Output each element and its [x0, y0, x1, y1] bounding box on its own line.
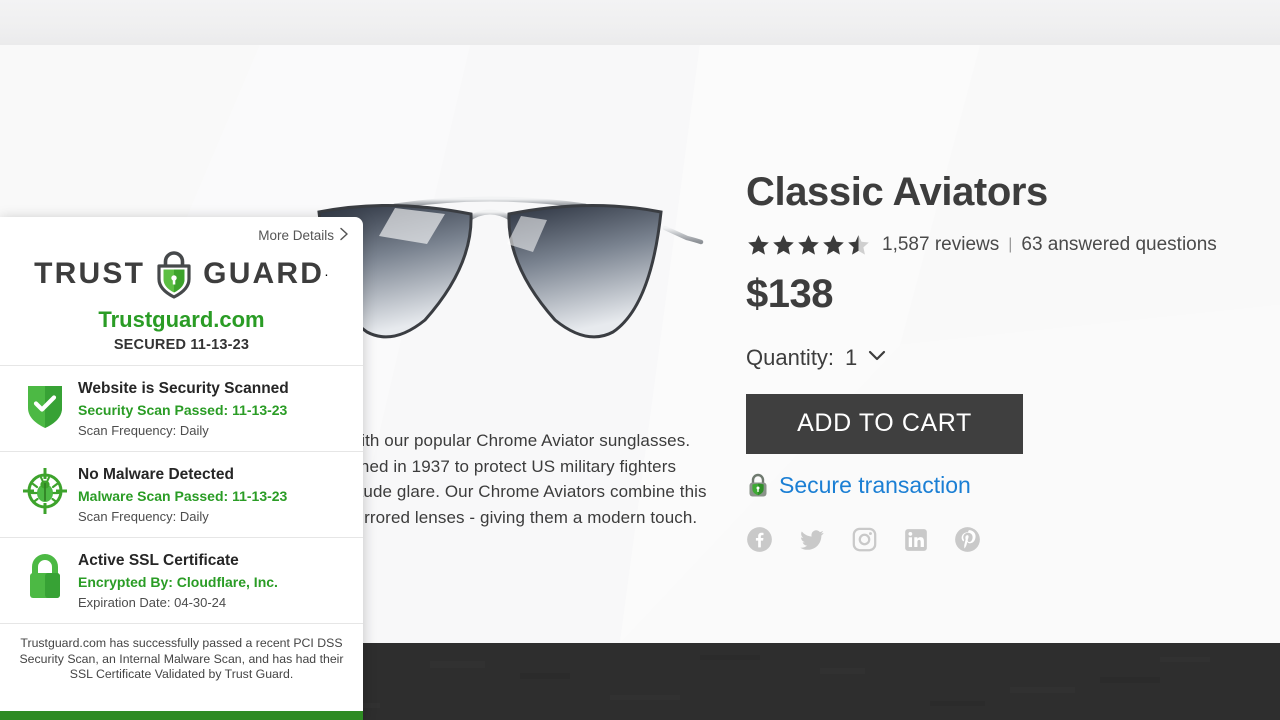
top-header-band	[0, 0, 1280, 45]
add-to-cart-button[interactable]: ADD TO CART	[746, 393, 1023, 454]
more-details-label: More Details	[258, 228, 334, 243]
product-price: $138	[746, 271, 833, 316]
trust-item-status: Encrypted By: Cloudflare, Inc.	[78, 574, 278, 591]
pinterest-icon[interactable]	[954, 526, 981, 553]
trust-item-body: Active SSL Certificate Encrypted By: Clo…	[72, 551, 278, 610]
trustguard-shield-lock-icon	[157, 251, 191, 299]
star-filled-icon	[773, 234, 794, 255]
trust-item-title: Website is Security Scanned	[78, 380, 289, 397]
star-half-icon	[848, 234, 869, 255]
star-filled-icon	[798, 234, 819, 255]
trust-item-body: Website is Security Scanned Security Sca…	[72, 379, 289, 438]
instagram-icon[interactable]	[851, 526, 878, 553]
trust-item-frequency: Scan Frequency: Daily	[78, 423, 209, 439]
chevron-down-icon[interactable]	[865, 343, 889, 373]
twitter-icon[interactable]	[798, 526, 826, 554]
linkedin-icon[interactable]	[903, 527, 929, 553]
quantity-value: 1	[845, 344, 858, 370]
star-filled-icon	[748, 234, 769, 255]
facebook-icon[interactable]	[746, 526, 773, 553]
star-rating[interactable]	[746, 233, 871, 258]
product-title: Classic Aviators	[746, 170, 1048, 214]
secure-transaction-row[interactable]: Secure transaction	[746, 472, 1266, 499]
trust-guard-badge[interactable]: More Details TRUST GUARD · Trustguard.co…	[0, 217, 363, 720]
green-padlock-icon	[749, 474, 767, 497]
trustguard-secured-date: SECURED 11-13-23	[113, 337, 250, 353]
trustguard-domain: Trustguard.com	[98, 307, 265, 332]
star-filled-icon	[823, 234, 844, 255]
trustguard-trademark: ·	[324, 266, 329, 282]
quantity-selector[interactable]: Quantity: 1	[746, 343, 1266, 373]
trust-item-title: Active SSL Certificate	[78, 552, 239, 570]
trust-item-frequency: Scan Frequency: Daily	[78, 509, 209, 525]
shield-check-icon	[18, 379, 72, 428]
trust-item-security-scan: Website is Security Scanned Security Sca…	[0, 365, 363, 451]
trust-item-malware-scan: No Malware Detected Malware Scan Passed:…	[0, 451, 363, 537]
rating-separator: |	[1008, 236, 1013, 254]
malware-target-bug-icon	[18, 465, 72, 515]
trustguard-logo: TRUST GUARD ·	[0, 250, 363, 299]
page-root: Update your style with our popular Chrom…	[0, 0, 1280, 720]
social-links-row	[746, 526, 1266, 554]
trust-item-frequency: Expiration Date: 04-30-24	[78, 595, 227, 611]
reviews-count[interactable]: 1,587 reviews	[882, 234, 999, 256]
chevron-right-icon	[339, 227, 350, 244]
quantity-label: Quantity:	[746, 344, 835, 370]
trust-badge-green-bar	[0, 711, 363, 720]
rating-row: 1,587 reviews | 63 answered questions	[746, 233, 1266, 258]
more-details-link[interactable]: More Details	[0, 217, 363, 244]
trust-item-status: Security Scan Passed: 11-13-23	[78, 402, 288, 419]
trustguard-logo-right: GUARD	[203, 257, 325, 290]
trust-item-body: No Malware Detected Malware Scan Passed:…	[72, 465, 287, 524]
trust-item-status: Malware Scan Passed: 11-13-23	[78, 488, 288, 505]
buy-box: Classic Aviators 1,587 reviews | 63 answ…	[746, 170, 1266, 554]
trust-badge-summary: Trustguard.com has successfully passed a…	[0, 623, 363, 693]
secure-transaction-link[interactable]: Secure transaction	[779, 472, 971, 499]
trust-item-title: No Malware Detected	[78, 466, 234, 484]
answered-questions-count[interactable]: 63 answered questions	[1021, 234, 1216, 256]
trust-item-ssl-certificate: Active SSL Certificate Encrypted By: Clo…	[0, 537, 363, 623]
trustguard-logo-left: TRUST	[34, 257, 146, 290]
padlock-icon	[18, 551, 72, 600]
